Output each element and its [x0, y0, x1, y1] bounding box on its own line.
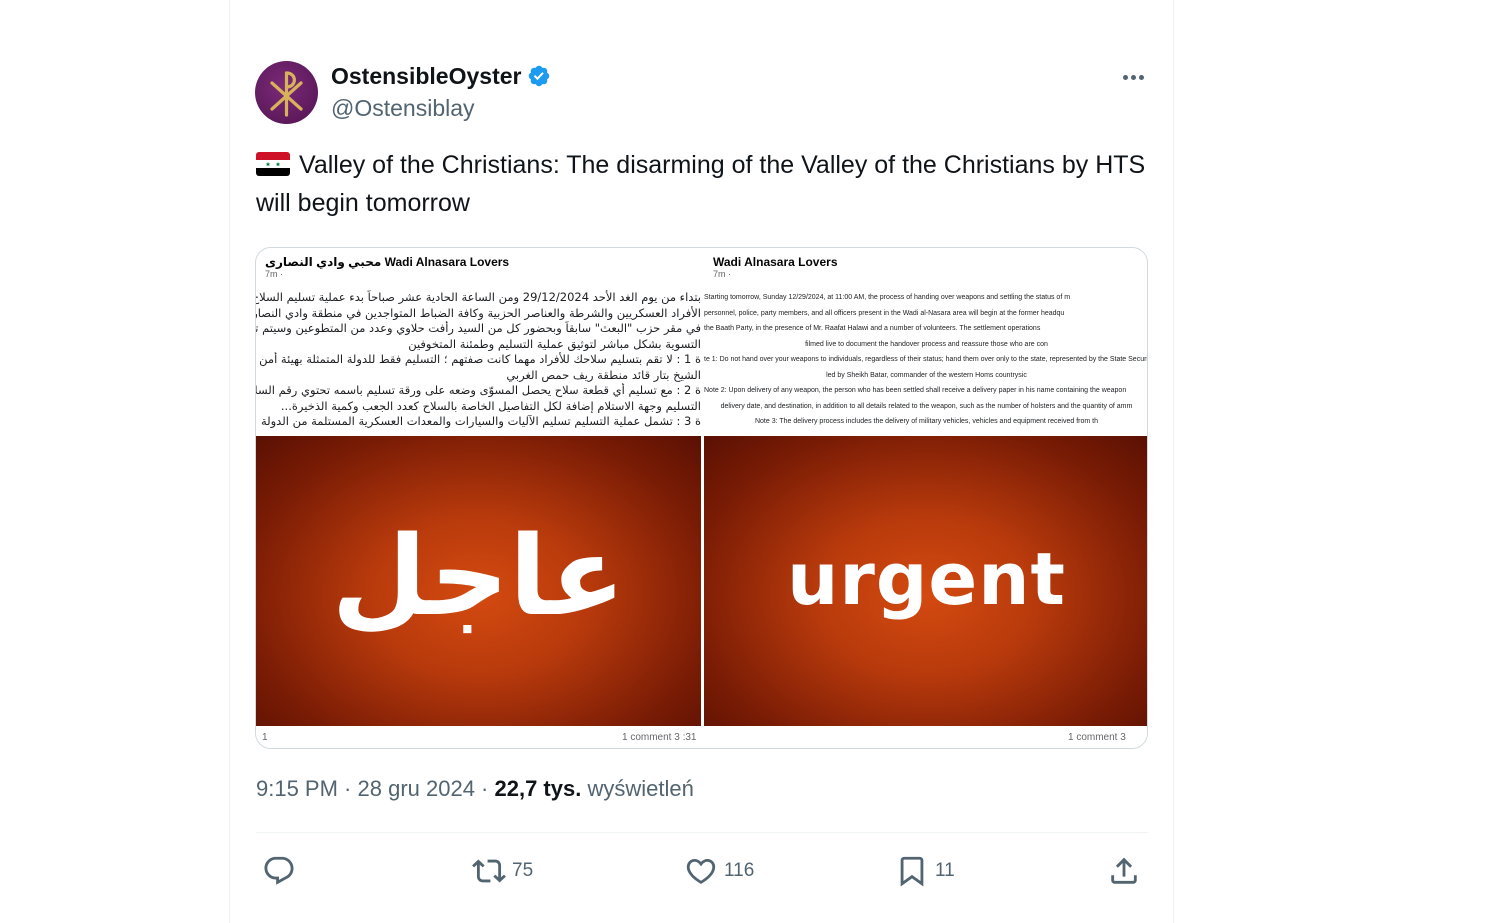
fb-line: ة 3 : تشمل عملية التسليم تسليم الآليات و… [260, 414, 701, 428]
fb-page-name: محبي وادي النصارى Wadi Alnasara Lovers [265, 255, 510, 269]
fb-post-text: Starting tomorrow, Sunday 12/29/2024, at… [704, 290, 1148, 430]
tweet-date[interactable]: 28 gru 2024 [358, 776, 475, 801]
fb-line: الشيخ بتار قائد منطقة ريف حمص الغربي [506, 367, 701, 382]
fb-page-name: Wadi Alnasara Lovers [713, 255, 838, 269]
heart-icon [686, 858, 716, 884]
syria-flag-icon [256, 152, 290, 176]
fb-line: التسوية بشكل مباشر لتوثيق عملية التسليم … [408, 336, 701, 351]
display-name[interactable]: OstensibleOyster [331, 61, 551, 91]
bookmark-button[interactable]: 11 [895, 851, 955, 891]
avatar[interactable] [255, 61, 318, 124]
fb-line: بتداء من يوم الغد الأحد 29/12/2024 ومن ا… [256, 290, 701, 304]
share-icon [1111, 857, 1137, 884]
tweet-time[interactable]: 9:15 PM [256, 776, 338, 801]
more-dot-icon [1122, 74, 1128, 80]
fb-line: في مقر حزب "البعث" سابقاً وبحضور كل من ا… [256, 321, 701, 335]
display-name-text[interactable]: OstensibleOyster [331, 61, 521, 91]
banner-text: عاجل [331, 512, 626, 640]
tweet-text: Valley of the Christians: The disarming … [256, 146, 1146, 222]
verified-badge-icon[interactable] [527, 64, 551, 88]
tweet-media[interactable]: محبي وادي النصارى Wadi Alnasara Lovers 7… [255, 247, 1148, 749]
fb-line: Starting tomorrow, Sunday 12/29/2024, at… [704, 294, 1071, 301]
fb-post-text: بتداء من يوم الغد الأحد 29/12/2024 ومن ا… [256, 290, 701, 430]
tweet-body: Valley of the Christians: The disarming … [256, 151, 1146, 217]
reply-icon [264, 856, 294, 885]
view-label: wyświetleń [581, 776, 694, 801]
divider [256, 832, 1148, 833]
fb-footer-left: 1 [262, 732, 268, 743]
share-button[interactable] [1107, 851, 1141, 891]
fb-line: te 1: Do not hand over your weapons to i… [704, 356, 1148, 363]
fb-line: filmed live to document the handover pro… [805, 340, 1048, 348]
fb-line: the Baath Party, in the presence of Mr. … [704, 325, 1041, 332]
tweet-meta: 9:15 PM · 28 gru 2024 · 22,7 tys. wyświe… [256, 774, 694, 804]
fb-line: ة 1 : لا تقم بتسليم سلاحك للأفراد مهما ك… [256, 352, 701, 366]
fb-line: التسليم وجهة الاستلام إضافة لكل التفاصيل… [280, 398, 701, 413]
like-count: 116 [724, 860, 755, 881]
fb-line: Note 2: Upon delivery of any weapon, the… [704, 387, 1127, 394]
view-count: 22,7 tys. [494, 776, 582, 801]
fb-line: الأفراد العسكريين والشرطة والعناصر الحزب… [256, 305, 701, 320]
reply-button[interactable] [262, 851, 296, 891]
like-button[interactable]: 116 [684, 851, 754, 891]
more-dot-icon [1138, 74, 1144, 80]
media-image-arabic[interactable]: محبي وادي النصارى Wadi Alnasara Lovers 7… [256, 248, 701, 748]
user-handle[interactable]: @Ostensiblay [331, 93, 475, 123]
fb-line: Note 3: The delivery process includes th… [754, 418, 1099, 425]
retweet-icon [472, 859, 506, 883]
fb-line: delivery date, and destination, in addit… [720, 402, 1133, 410]
bookmark-icon [900, 856, 924, 887]
more-options-button[interactable] [1118, 64, 1148, 90]
meta-separator: · [474, 776, 495, 801]
meta-separator: · [337, 776, 358, 801]
fb-footer-comments: 1 comment 3 [1068, 732, 1126, 743]
fb-line: personnel, police, party members, and al… [704, 309, 1065, 317]
urgent-banner-english: urgent [704, 436, 1147, 726]
fb-post-time: 7m · [713, 269, 731, 279]
chi-rho-icon [270, 71, 303, 117]
fb-footer-comments: 1 comment 3 :31 [622, 732, 697, 743]
banner-text: urgent [787, 537, 1066, 621]
bookmark-count: 11 [935, 860, 955, 881]
fb-line: led by Sheikh Batar, commander of the we… [826, 371, 1027, 379]
media-image-english[interactable]: Wadi Alnasara Lovers 7m · Starting tomor… [704, 248, 1148, 748]
fb-line: ة 2 : مع تسليم أي قطعة سلاح يحصل المسوّى… [256, 383, 701, 397]
retweet-button[interactable]: 75 [472, 851, 533, 891]
retweet-count: 75 [512, 860, 534, 881]
urgent-banner-arabic: عاجل [256, 436, 701, 726]
fb-post-time: 7m · [265, 269, 283, 279]
more-dot-icon [1130, 74, 1136, 80]
